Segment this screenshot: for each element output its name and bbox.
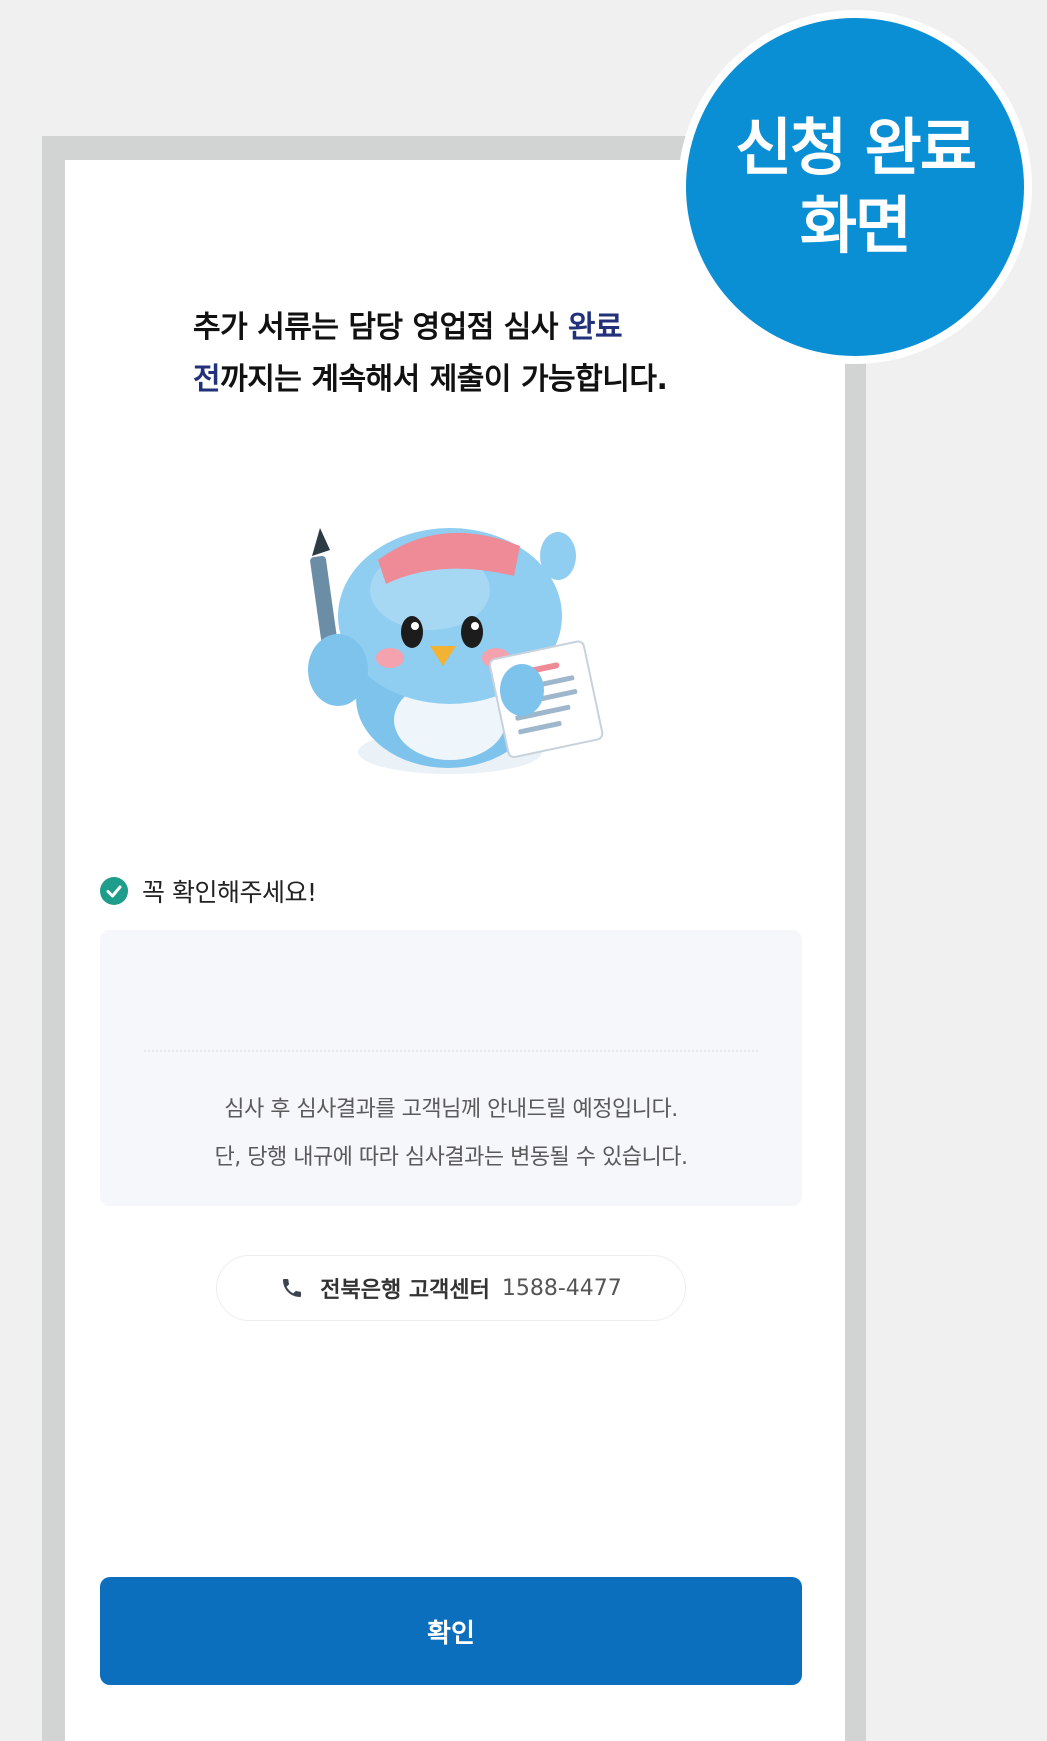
- bird-mascot-illustration: [308, 528, 604, 774]
- headline-accent-2: 전: [193, 362, 221, 397]
- notice-heading: 꼭 확인해주세요!: [100, 873, 317, 909]
- completion-headline: 추가 서류는 담당 영업점 심사 완료전까지는 계속해서 제출이 가능합니다.: [193, 302, 833, 406]
- notice-text: 심사 후 심사결과를 고객님께 안내드릴 예정입니다. 단, 당행 내규에 따라…: [100, 1086, 802, 1182]
- notice-line-2: 단, 당행 내규에 따라 심사결과는 변동될 수 있습니다.: [214, 1145, 688, 1170]
- customer-center-call-button[interactable]: 전북은행 고객센터 1588-4477: [216, 1255, 686, 1321]
- headline-part-2: 까지는 계속해서 제출이 가능합니다.: [220, 362, 668, 397]
- confirm-button[interactable]: 확인: [100, 1577, 802, 1685]
- customer-center-name: 전북은행 고객센터: [320, 1278, 490, 1303]
- customer-center-number: 1588-4477: [501, 1275, 622, 1301]
- headline-accent-1: 완료: [567, 310, 623, 345]
- notice-line-1: 심사 후 심사결과를 고객님께 안내드릴 예정입니다.: [224, 1097, 678, 1122]
- notice-divider: [144, 1050, 758, 1052]
- notice-box: 심사 후 심사결과를 고객님께 안내드릴 예정입니다. 단, 당행 내규에 따라…: [100, 930, 802, 1206]
- badge-line-1: 신청 완료: [735, 111, 977, 184]
- phone-icon: [283, 1279, 302, 1297]
- notice-title: 꼭 확인해주세요!: [142, 878, 317, 907]
- check-circle-icon: [100, 877, 128, 905]
- headline-part-1: 추가 서류는 담당 영업점 심사: [193, 310, 568, 345]
- badge-line-2: 화면: [799, 189, 912, 262]
